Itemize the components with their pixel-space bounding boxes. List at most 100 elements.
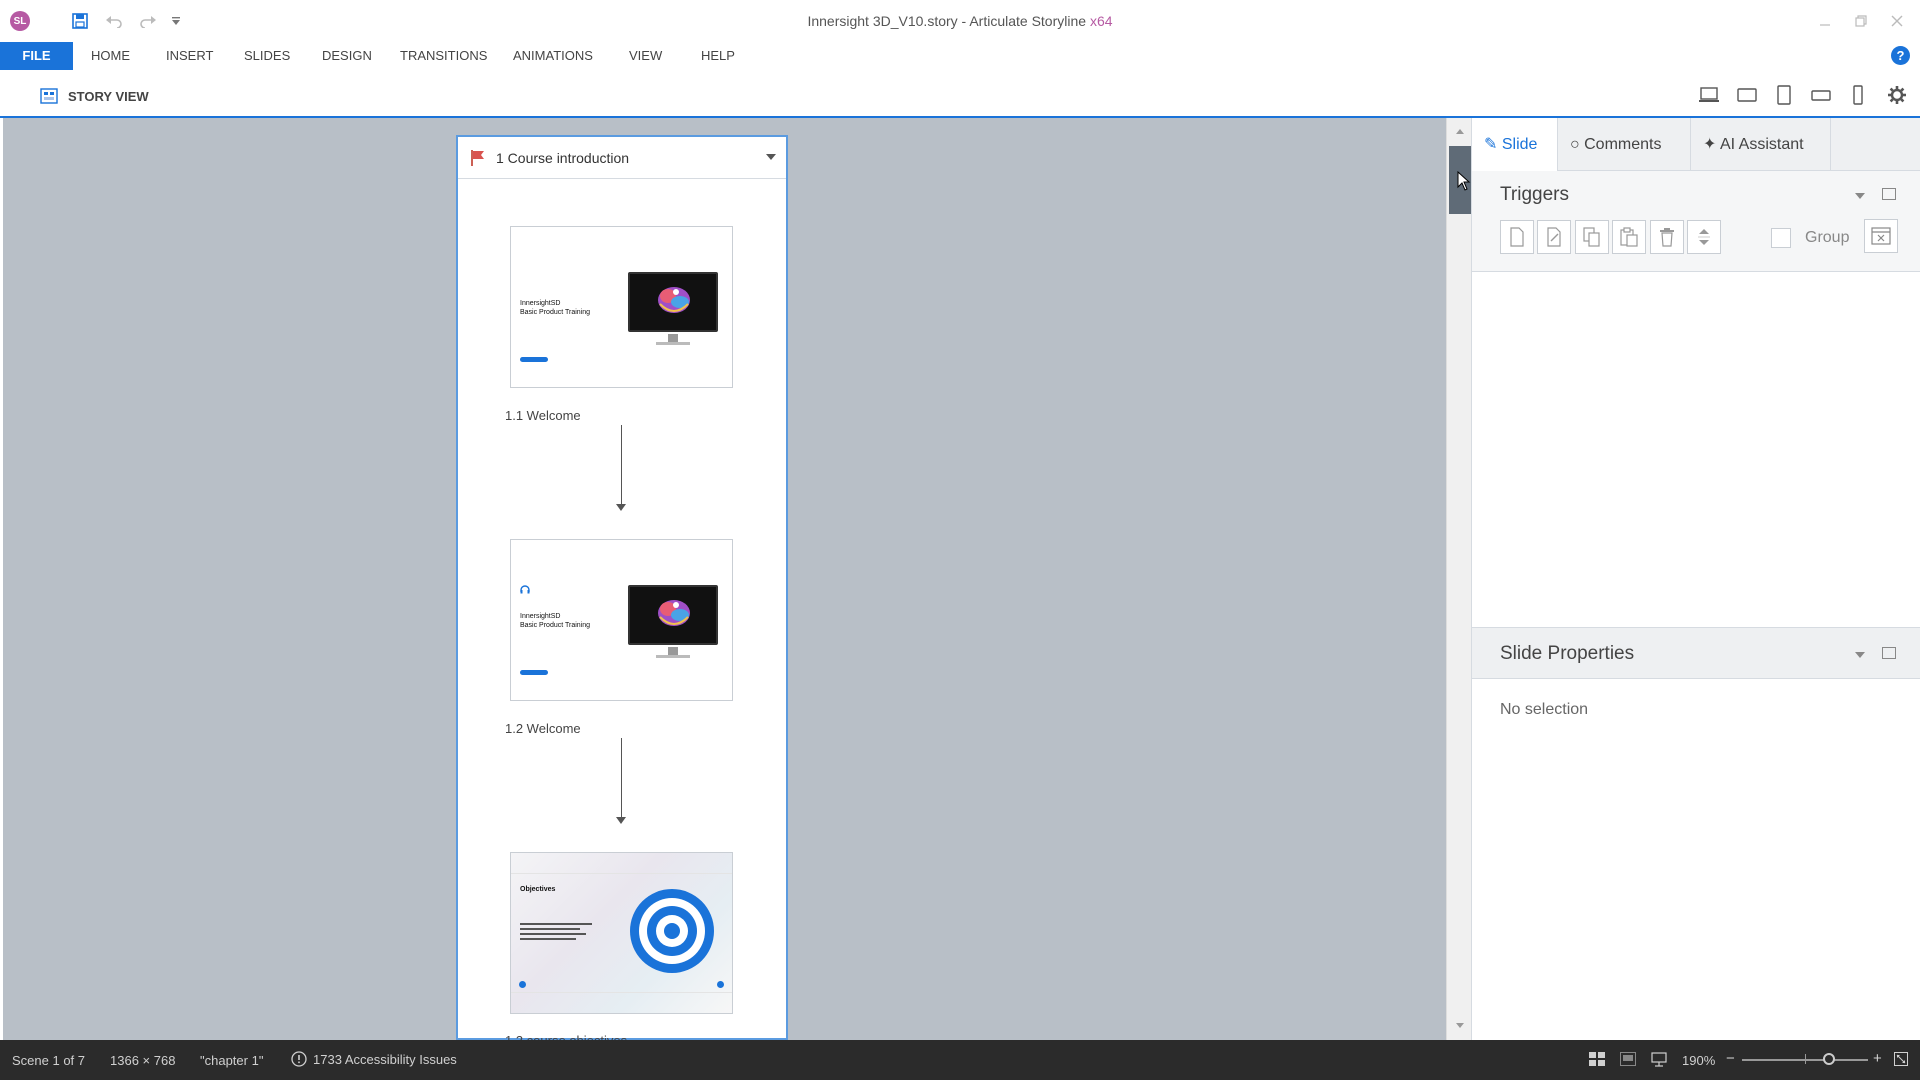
info-icon [291,1051,307,1067]
monitor-base [656,342,690,345]
redo-icon[interactable] [136,10,160,32]
view-toolbar: STORY VIEW [0,70,1920,118]
undo-icon[interactable] [102,10,126,32]
app-logo: SL [10,11,30,31]
slide-view-mode-icon[interactable] [1620,1052,1636,1066]
arrow-down-icon [616,817,626,824]
tab-slide[interactable]: ✎ Slide [1472,118,1558,171]
story-view-label: STORY VIEW [68,88,149,104]
scene-title: 1 Course introduction [496,149,630,166]
canvas-scrollbar[interactable] [1446,118,1471,1040]
tablet-landscape-icon[interactable] [1734,84,1760,106]
save-icon[interactable] [68,10,92,32]
comment-icon: ○ [1570,136,1580,153]
triggers-list[interactable] [1472,271,1920,627]
zoom-in-icon[interactable]: + [1873,1050,1882,1067]
dock-panel-icon[interactable] [1882,647,1896,659]
tablet-portrait-icon[interactable] [1771,84,1797,106]
target-icon [630,889,714,973]
dock-panel-icon[interactable] [1882,188,1896,200]
story-view-icon [40,88,58,104]
gear-icon[interactable] [1884,84,1910,106]
slide-thumb-title-line1: InnersightSD [520,300,561,307]
tab-ai-assistant[interactable]: ✦ AI Assistant [1691,118,1831,171]
move-trigger-button[interactable] [1687,220,1721,254]
window-title-arch: x64 [1089,13,1113,29]
fit-to-window-icon[interactable] [1894,1052,1908,1066]
zoom-out-icon[interactable]: − [1726,1050,1735,1067]
copy-trigger-button[interactable] [1575,220,1609,254]
zoom-level[interactable]: 190% [1682,1053,1715,1068]
help-icon[interactable]: ? [1891,46,1910,65]
variables-icon [1871,227,1891,245]
slide-label-1-2[interactable]: 1.2 Welcome [505,721,581,736]
chevron-down-icon[interactable] [1855,193,1865,199]
preview-icon[interactable] [1651,1051,1667,1067]
restore-icon[interactable] [1846,8,1876,34]
copy-icon [1583,227,1600,247]
mouse-cursor-icon [1457,171,1471,191]
tab-design[interactable]: DESIGN [322,42,372,70]
customize-toolbar-icon[interactable] [164,10,188,32]
ribbon-tabs: FILE HOME INSERT SLIDES DESIGN TRANSITIO… [0,42,1920,70]
tab-animations[interactable]: ANIMATIONS [513,42,593,70]
tab-home[interactable]: HOME [91,42,130,70]
tab-file[interactable]: FILE [0,42,73,70]
status-bar: Scene 1 of 7 1366 × 768 "chapter 1" 1733… [0,1040,1920,1080]
desktop-preview-icon[interactable] [1696,84,1722,106]
slide-icon: ✎ [1484,136,1498,153]
chevron-down-icon[interactable] [1855,652,1865,658]
scene-card[interactable]: 1 Course introduction InnersightSD Basic… [456,135,788,1048]
story-view-mode-icon[interactable] [1589,1052,1605,1066]
tab-help[interactable]: HELP [701,42,735,70]
minimize-icon[interactable] [1810,8,1840,34]
panel-tabs: ✎ Slide ○ Comments ✦ AI Assistant [1472,118,1920,171]
variables-button[interactable] [1864,219,1898,253]
tab-comments-label: Comments [1584,136,1662,153]
paste-trigger-button[interactable] [1612,220,1646,254]
slide-thumbnail-1-2[interactable]: InnersightSD Basic Product Training [510,539,733,701]
scroll-down-icon[interactable] [1455,1022,1465,1030]
scroll-up-icon[interactable] [1455,127,1465,135]
close-icon[interactable] [1882,8,1912,34]
trash-icon [1660,228,1674,247]
properties-panel: ✎ Slide ○ Comments ✦ AI Assistant Trigge… [1471,118,1920,1040]
tab-comments[interactable]: ○ Comments [1558,118,1691,171]
nav-dot [717,981,724,988]
slide-thumb-title: InnersightSD Basic Product Training [520,612,590,630]
slide-connector [621,738,622,818]
edit-trigger-button[interactable] [1537,220,1571,254]
slide-thumbnail-1-3[interactable]: Objectives [510,852,733,1014]
phone-portrait-icon[interactable] [1845,84,1871,106]
no-selection-text: No selection [1500,701,1589,718]
tab-ai-assistant-label: AI Assistant [1719,136,1804,153]
group-checkbox[interactable] [1771,228,1791,248]
phone-landscape-icon[interactable] [1808,84,1834,106]
scene-header[interactable]: 1 Course introduction [458,137,786,179]
arrow-down-icon [616,504,626,511]
slide-label-1-1[interactable]: 1.1 Welcome [505,408,581,423]
tab-view[interactable]: VIEW [629,42,662,70]
zoom-slider-knob[interactable] [1823,1053,1835,1065]
slide-dimensions: 1366 × 768 [110,1053,176,1068]
delete-trigger-button[interactable] [1650,220,1684,254]
accessibility-issues[interactable]: 1733 Accessibility Issues [291,1051,457,1067]
slide-properties-body: No selection [1472,679,1920,1040]
thumb-top-divider [511,873,732,874]
slide-thumb-title-line1: InnersightSD [520,613,561,620]
new-trigger-button[interactable] [1500,220,1534,254]
scene-count: Scene 1 of 7 [12,1053,85,1068]
zoom-slider-tick [1805,1054,1806,1064]
tab-slides[interactable]: SLIDES [244,42,290,70]
slide-properties-header: Slide Properties [1472,627,1920,679]
tab-transitions[interactable]: TRANSITIONS [400,42,487,70]
story-canvas[interactable]: 1 Course introduction InnersightSD Basic… [3,118,1446,1048]
tab-insert[interactable]: INSERT [166,42,213,70]
slide-thumb-button [520,670,548,675]
slide-thumbnail-1-1[interactable]: InnersightSD Basic Product Training [510,226,733,388]
triggers-title: Triggers [1500,184,1569,205]
slide-thumb-button [520,357,548,362]
story-view-button[interactable]: STORY VIEW [40,88,149,104]
chevron-down-icon[interactable] [766,154,776,160]
chapter-name: "chapter 1" [200,1053,264,1068]
